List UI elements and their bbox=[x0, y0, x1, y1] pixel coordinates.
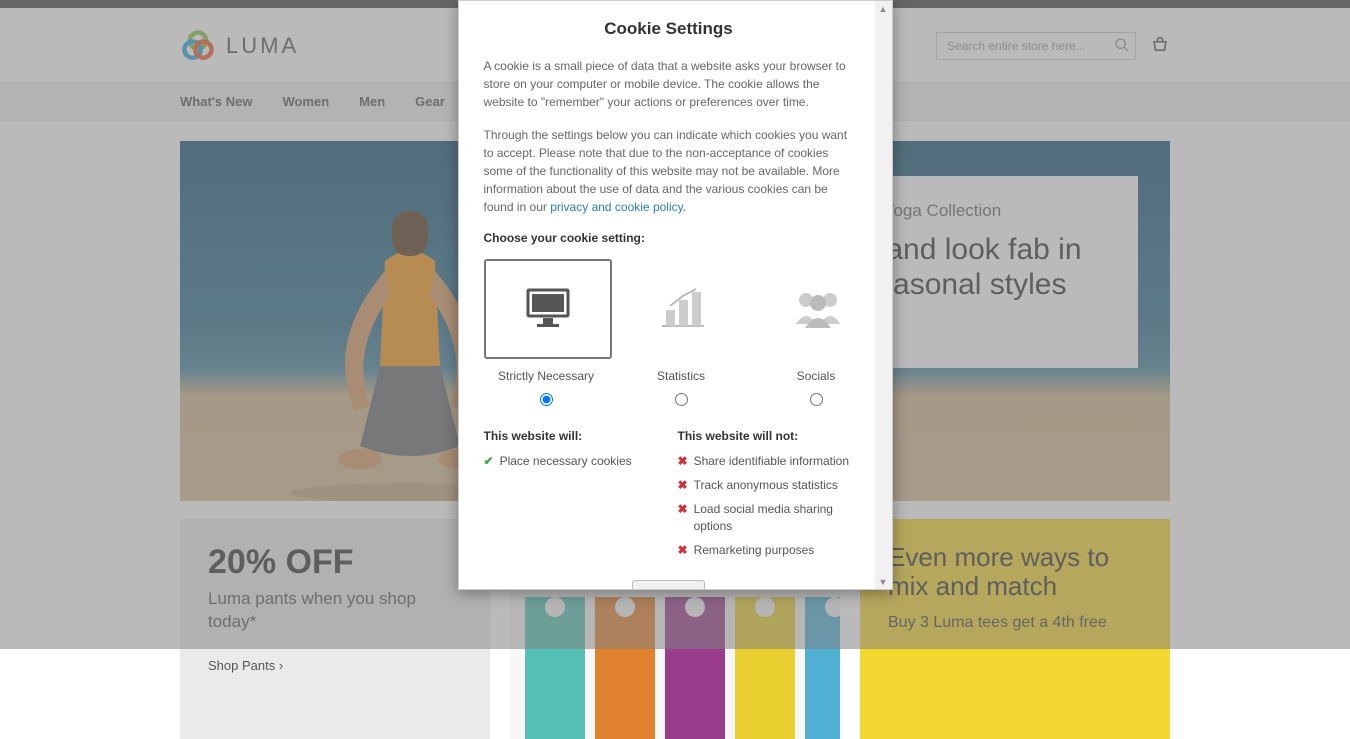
x-icon: ✖ bbox=[678, 453, 688, 469]
option-box-necessary[interactable] bbox=[484, 259, 612, 359]
option-label-statistics: Statistics bbox=[619, 369, 744, 383]
list-item: ✔ Place necessary cookies bbox=[484, 453, 660, 469]
will-not-item-text: Remarketing purposes bbox=[694, 542, 815, 558]
modal-paragraph-1: A cookie is a small piece of data that a… bbox=[484, 57, 854, 111]
scroll-down-icon[interactable]: ▼ bbox=[878, 576, 889, 587]
promo-pants-link[interactable]: Shop Pants › bbox=[208, 658, 462, 673]
check-icon: ✔ bbox=[484, 453, 494, 469]
people-icon bbox=[791, 286, 845, 332]
option-label-socials: Socials bbox=[754, 369, 879, 383]
x-icon: ✖ bbox=[678, 542, 688, 558]
will-not-item-text: Track anonymous statistics bbox=[694, 477, 838, 493]
scroll-up-icon[interactable]: ▲ bbox=[878, 3, 889, 14]
modal-paragraph-2: Through the settings below you can indic… bbox=[484, 126, 854, 216]
list-item: ✖ Remarketing purposes bbox=[678, 542, 854, 558]
cookie-modal: ▲ ▼ Cookie Settings A cookie is a small … bbox=[458, 0, 893, 590]
radio-statistics[interactable] bbox=[675, 393, 688, 406]
option-label-necessary: Strictly Necessary bbox=[484, 369, 609, 383]
modal-title: Cookie Settings bbox=[484, 19, 854, 39]
option-socials[interactable]: Socials bbox=[754, 259, 879, 411]
x-icon: ✖ bbox=[678, 477, 688, 493]
radio-necessary[interactable] bbox=[540, 393, 553, 406]
will-item-text: Place necessary cookies bbox=[500, 453, 632, 469]
list-item: ✖ Share identifiable information bbox=[678, 453, 854, 469]
privacy-link[interactable]: privacy and cookie policy bbox=[550, 200, 683, 214]
modal-para2-end: . bbox=[683, 200, 686, 214]
option-box-socials[interactable] bbox=[754, 259, 882, 359]
bar-chart-icon bbox=[658, 286, 708, 332]
will-not-item-text: Share identifiable information bbox=[694, 453, 849, 469]
list-item: ✖ Load social media sharing options bbox=[678, 501, 854, 533]
option-statistics[interactable]: Statistics bbox=[619, 259, 744, 411]
monitor-icon bbox=[523, 286, 573, 332]
modal-overlay[interactable]: ▲ ▼ Cookie Settings A cookie is a small … bbox=[0, 0, 1350, 649]
option-box-statistics[interactable] bbox=[619, 259, 747, 359]
accept-button[interactable]: Accept bbox=[632, 580, 706, 590]
will-not-list: This website will not: ✖ Share identifiab… bbox=[678, 429, 854, 566]
list-item: ✖ Track anonymous statistics bbox=[678, 477, 854, 493]
will-head: This website will: bbox=[484, 429, 660, 443]
will-not-item-text: Load social media sharing options bbox=[694, 501, 854, 533]
will-list: This website will: ✔ Place necessary cook… bbox=[484, 429, 660, 566]
will-not-head: This website will not: bbox=[678, 429, 854, 443]
option-strictly-necessary[interactable]: Strictly Necessary bbox=[484, 259, 609, 411]
radio-socials[interactable] bbox=[810, 393, 823, 406]
choose-label: Choose your cookie setting: bbox=[484, 231, 854, 245]
x-icon: ✖ bbox=[678, 501, 688, 517]
modal-scrollbar[interactable]: ▲ ▼ bbox=[875, 1, 892, 589]
